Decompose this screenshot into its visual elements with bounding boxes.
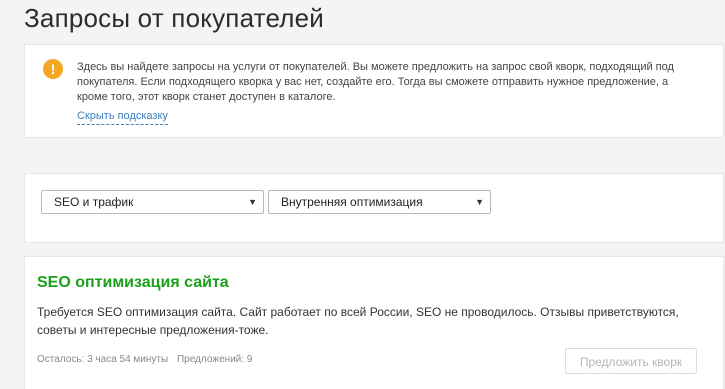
request-card: SEO оптимизация сайта Требуется SEO опти… [24,256,724,389]
filter-box: SEO и трафик ▼ Внутренняя оптимизация ▼ [24,173,724,243]
time-left: Осталось: 3 часа 54 минуты [37,354,169,365]
subcategory-select[interactable]: Внутренняя оптимизация ▼ [268,190,491,214]
page: Запросы от покупателей ! Здесь вы найдет… [0,0,725,389]
dropdown-arrow-icon: ▼ [248,197,257,207]
request-meta: Осталось: 3 часа 54 минуты Предложений: … [37,353,258,367]
request-title[interactable]: SEO оптимизация сайта [37,273,229,293]
offer-kwork-button[interactable]: Предложить кворк [565,348,697,374]
exclamation-icon: ! [43,59,63,79]
hide-hint-link[interactable]: Скрыть подсказку [77,109,168,125]
hint-text: Здесь вы найдете запросы на услуги от по… [77,61,674,103]
category-select[interactable]: SEO и трафик ▼ [41,190,264,214]
dropdown-arrow-icon: ▼ [475,197,484,207]
subcategory-select-value: Внутренняя оптимизация [281,195,423,209]
category-select-value: SEO и трафик [54,195,134,209]
request-description: Требуется SEO оптимизация сайта. Сайт ра… [37,305,679,337]
hint-box: ! Здесь вы найдете запросы на услуги от … [24,44,724,138]
offers-count: Предложений: 9 [176,354,253,365]
page-title: Запросы от покупателей [24,3,325,33]
